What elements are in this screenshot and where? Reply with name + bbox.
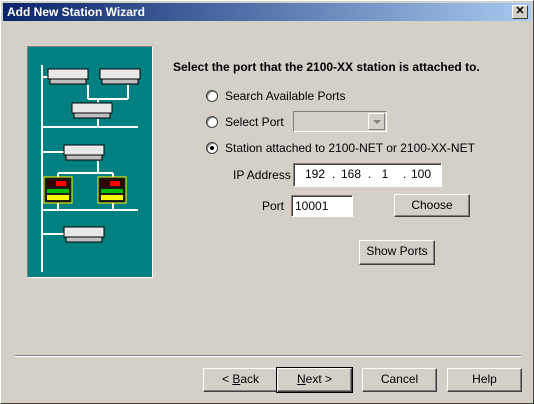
show-ports-button[interactable]: Show Ports (359, 240, 435, 265)
network-illustration (27, 46, 153, 278)
ip-address-label: IP Address (233, 168, 291, 182)
page-heading: Select the port that the 2100-XX station… (173, 60, 480, 74)
radio-label-station-net: Station attached to 2100-NET or 2100-XX-… (225, 141, 475, 155)
radio-label-search: Search Available Ports (225, 89, 346, 103)
help-button[interactable]: Help (447, 368, 522, 392)
separator (15, 355, 521, 357)
back-button[interactable]: < Back (203, 368, 278, 392)
port-select-dropdown[interactable] (293, 111, 387, 132)
port-value: 10001 (295, 199, 329, 213)
radio-button[interactable] (206, 116, 218, 128)
next-accel: N (296, 372, 306, 386)
ip-octet-2: 168 (340, 167, 362, 181)
ip-address-field[interactable]: 192 . 168 . 1 . 100 (293, 163, 442, 187)
cancel-button[interactable]: Cancel (362, 368, 437, 392)
title-bar[interactable]: Add New Station Wizard ✕ (3, 3, 531, 21)
radio-select-port[interactable]: Select Port (206, 115, 284, 129)
chevron-down-icon[interactable] (368, 113, 385, 130)
radio-label-select-port: Select Port (225, 115, 284, 129)
radio-button-selected[interactable] (206, 142, 218, 154)
ip-octet-3: 1 (381, 167, 389, 181)
network-diagram-icon (41, 65, 141, 272)
ip-octet-4: 100 (410, 167, 432, 181)
radio-search-ports[interactable]: Search Available Ports (206, 89, 346, 103)
choose-button[interactable]: Choose (394, 194, 470, 217)
port-field[interactable]: 10001 (291, 195, 353, 217)
ip-octet-1: 192 (304, 167, 326, 181)
ip-dot: . (332, 167, 336, 181)
radio-button[interactable] (206, 90, 218, 102)
close-button[interactable]: ✕ (512, 5, 528, 19)
close-icon: ✕ (515, 5, 525, 17)
port-label: Port (262, 199, 285, 213)
window-title: Add New Station Wizard (7, 5, 145, 19)
next-rest: ext > (305, 372, 333, 386)
back-rest: ack (240, 372, 260, 386)
next-button[interactable]: Next > (276, 367, 353, 393)
wizard-window: Add New Station Wizard ✕ Select the port… (0, 0, 534, 404)
radio-station-net[interactable]: Station attached to 2100-NET or 2100-XX-… (206, 141, 475, 155)
back-prefix: < (221, 372, 233, 386)
